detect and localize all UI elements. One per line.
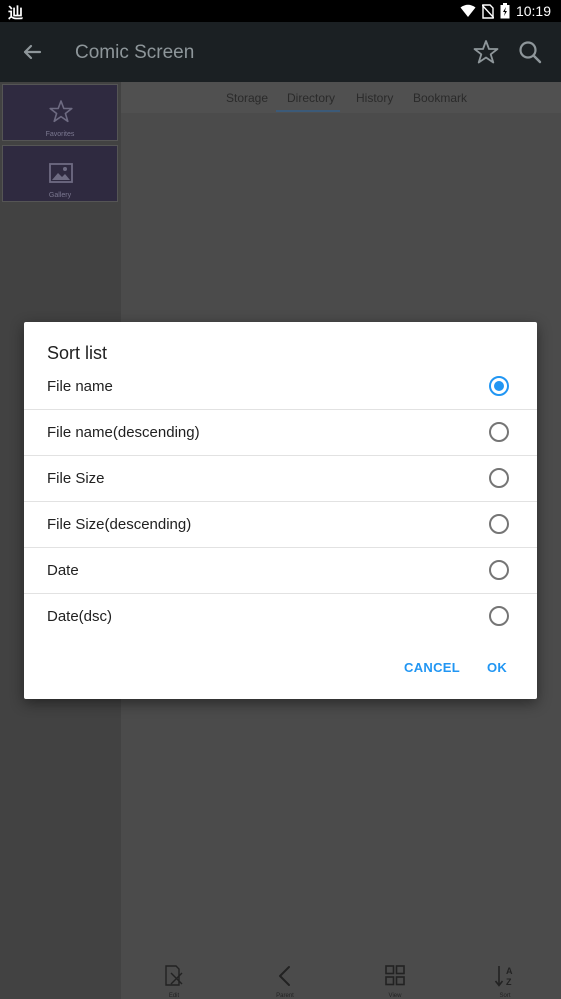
- back-arrow-icon[interactable]: [18, 38, 46, 66]
- sort-option-date[interactable]: Date: [24, 548, 537, 594]
- view-button[interactable]: View: [375, 962, 415, 999]
- svg-text:A: A: [506, 966, 513, 976]
- sort-az-icon: AZ: [494, 966, 513, 987]
- dialog-title: Sort list: [47, 343, 108, 363]
- sort-option-file-name-descending[interactable]: File name(descending): [24, 410, 537, 456]
- sidebar-item-favorites[interactable]: Favorites: [2, 84, 118, 141]
- parent-button[interactable]: Parent: [265, 962, 305, 999]
- bottom-toolbar: Edit Parent View AZ Sort: [121, 960, 561, 999]
- radio-button[interactable]: [489, 560, 509, 580]
- active-tab-indicator: [276, 110, 340, 112]
- no-sim-icon: [481, 3, 494, 19]
- sort-option-file-name[interactable]: File name: [24, 364, 537, 410]
- sort-dialog: Sort list File name File name(descending…: [24, 322, 537, 699]
- sort-label: Sort: [499, 993, 511, 999]
- radio-button-selected[interactable]: [489, 376, 509, 396]
- sort-option-date-dsc[interactable]: Date(dsc): [24, 594, 537, 640]
- option-label: File Size: [47, 470, 105, 487]
- edit-label: Edit: [168, 993, 180, 999]
- radio-button[interactable]: [489, 606, 509, 626]
- sidebar-item-label: Gallery: [48, 192, 72, 199]
- sidebar-item-label: Favorites: [45, 131, 75, 138]
- status-bar: 辿 10:19: [0, 0, 561, 22]
- star-outline-icon: [49, 100, 73, 123]
- sort-option-file-size-descending[interactable]: File Size(descending): [24, 502, 537, 548]
- edit-icon: [165, 965, 183, 986]
- grid-icon: [385, 965, 405, 986]
- clock: 10:19: [515, 3, 551, 19]
- svg-text:Z: Z: [506, 977, 512, 987]
- tab-strip: Storage Directory History Bookmark: [121, 82, 561, 113]
- tab-history[interactable]: History: [356, 91, 393, 105]
- tab-directory[interactable]: Directory: [287, 91, 335, 105]
- option-label: File name(descending): [47, 424, 200, 441]
- search-icon[interactable]: [516, 38, 544, 66]
- page-title: Comic Screen: [75, 42, 195, 63]
- radio-button[interactable]: [489, 514, 509, 534]
- parent-label: Parent: [276, 993, 294, 999]
- option-label: File name: [47, 378, 113, 395]
- radio-button[interactable]: [489, 468, 509, 488]
- sidebar-item-gallery[interactable]: Gallery: [2, 145, 118, 202]
- tab-bookmark[interactable]: Bookmark: [413, 91, 467, 105]
- ok-button[interactable]: OK: [487, 660, 507, 675]
- app-bar: Comic Screen: [0, 22, 561, 82]
- chevron-left-icon: [279, 966, 290, 986]
- battery-charging-icon: [500, 3, 510, 19]
- cancel-button[interactable]: CANCEL: [404, 660, 460, 675]
- tab-storage[interactable]: Storage: [226, 91, 268, 105]
- app-notification-icon: 辿: [8, 5, 24, 22]
- sort-button[interactable]: AZ Sort: [485, 962, 525, 999]
- option-label: Date(dsc): [47, 608, 113, 625]
- radio-button[interactable]: [489, 422, 509, 442]
- wifi-icon: [460, 4, 476, 17]
- edit-button[interactable]: Edit: [154, 962, 194, 999]
- status-icons: 10:19: [460, 0, 551, 22]
- view-label: View: [388, 993, 402, 999]
- sort-option-file-size[interactable]: File Size: [24, 456, 537, 502]
- option-label: Date: [47, 562, 79, 579]
- image-icon: [49, 163, 73, 183]
- option-label: File Size(descending): [47, 516, 192, 533]
- star-icon[interactable]: [472, 38, 500, 66]
